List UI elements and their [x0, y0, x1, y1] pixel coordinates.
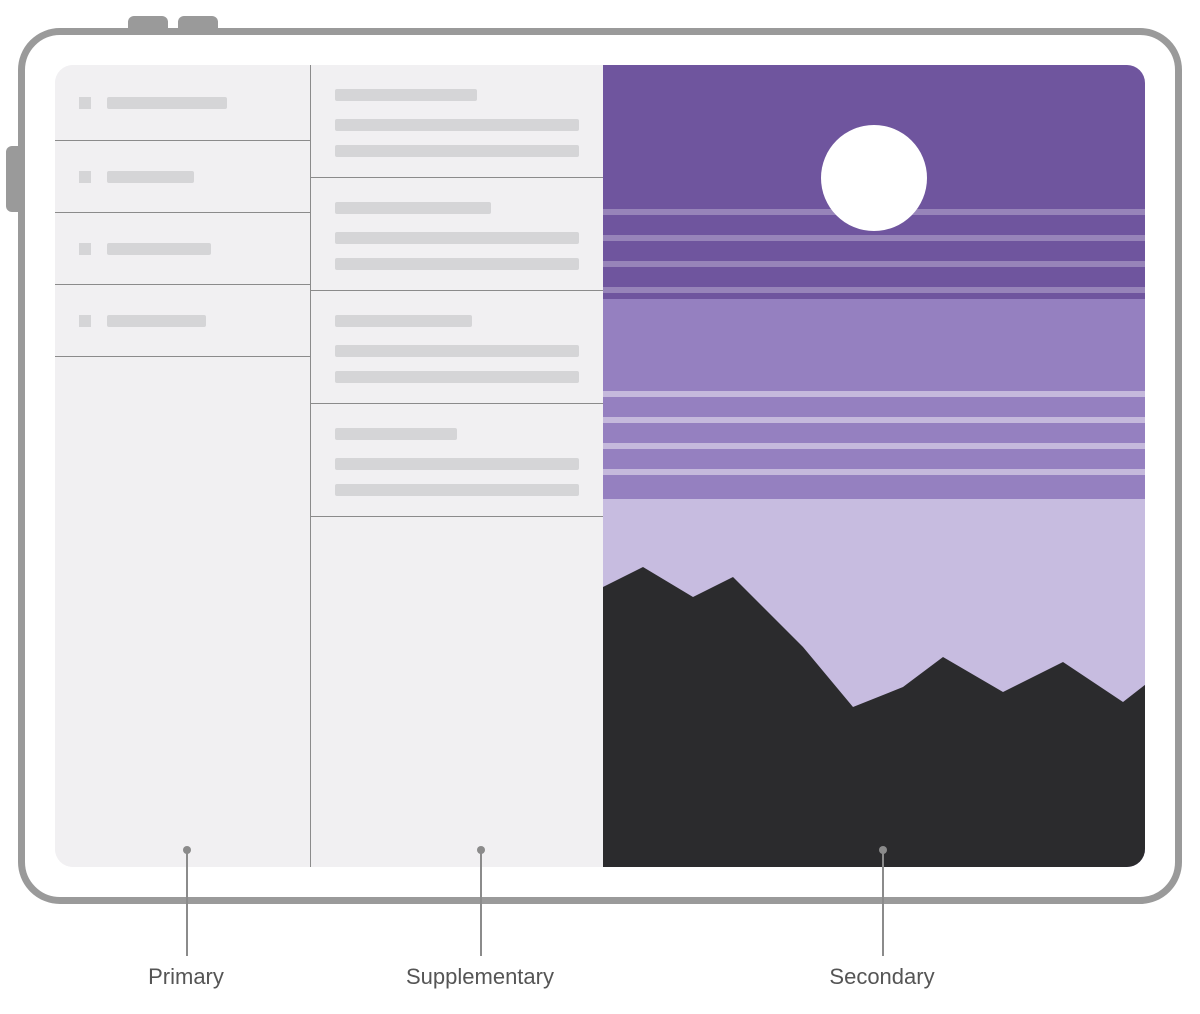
supplementary-item-text-placeholder [335, 458, 579, 470]
tablet-screen [55, 65, 1145, 867]
callout-leader-supplementary [480, 850, 482, 956]
supplementary-list-item[interactable] [311, 65, 603, 178]
supplementary-item-title-placeholder [335, 89, 477, 101]
primary-item-text-placeholder [107, 243, 211, 255]
primary-item-bullet-icon [79, 97, 91, 109]
supplementary-item-text-placeholder [335, 345, 579, 357]
supplementary-item-text-placeholder [335, 145, 579, 157]
illustration-horizon-line [603, 235, 1145, 241]
illustration-horizon-line [603, 391, 1145, 397]
supplementary-list-item[interactable] [311, 178, 603, 291]
primary-item-text-placeholder [107, 315, 206, 327]
callout-leader-secondary [882, 850, 884, 956]
primary-item-bullet-icon [79, 243, 91, 255]
supplementary-item-text-placeholder [335, 484, 579, 496]
supplementary-item-title-placeholder [335, 202, 491, 214]
supplementary-item-text-placeholder [335, 119, 579, 131]
illustration-horizon-line [603, 287, 1145, 293]
supplementary-list-item[interactable] [311, 291, 603, 404]
primary-column [55, 65, 311, 867]
supplementary-column [311, 65, 603, 867]
primary-item-text-placeholder [107, 97, 227, 109]
primary-list-item[interactable] [55, 285, 310, 357]
primary-list-item[interactable] [55, 213, 310, 285]
supplementary-item-text-placeholder [335, 232, 579, 244]
illustration-horizon-line [603, 469, 1145, 475]
callout-leader-primary [186, 850, 188, 956]
primary-item-bullet-icon [79, 315, 91, 327]
primary-list-item[interactable] [55, 65, 310, 141]
callout-label-primary: Primary [148, 964, 224, 990]
tablet-device-frame [18, 28, 1182, 904]
primary-item-bullet-icon [79, 171, 91, 183]
callout-label-secondary: Secondary [829, 964, 934, 990]
supplementary-item-title-placeholder [335, 315, 472, 327]
illustration-horizon-line [603, 443, 1145, 449]
illustration-mountain-icon [603, 507, 1145, 867]
primary-item-text-placeholder [107, 171, 194, 183]
supplementary-item-text-placeholder [335, 371, 579, 383]
illustration-moon-icon [821, 125, 927, 231]
supplementary-list-item[interactable] [311, 404, 603, 517]
callout-label-supplementary: Supplementary [406, 964, 554, 990]
tablet-volume-button-1 [128, 16, 168, 28]
tablet-volume-button-2 [178, 16, 218, 28]
illustration-horizon-line [603, 417, 1145, 423]
supplementary-item-title-placeholder [335, 428, 457, 440]
tablet-power-button [6, 146, 18, 212]
supplementary-item-text-placeholder [335, 258, 579, 270]
illustration-horizon-line [603, 261, 1145, 267]
secondary-column [603, 65, 1145, 867]
primary-list-item[interactable] [55, 141, 310, 213]
